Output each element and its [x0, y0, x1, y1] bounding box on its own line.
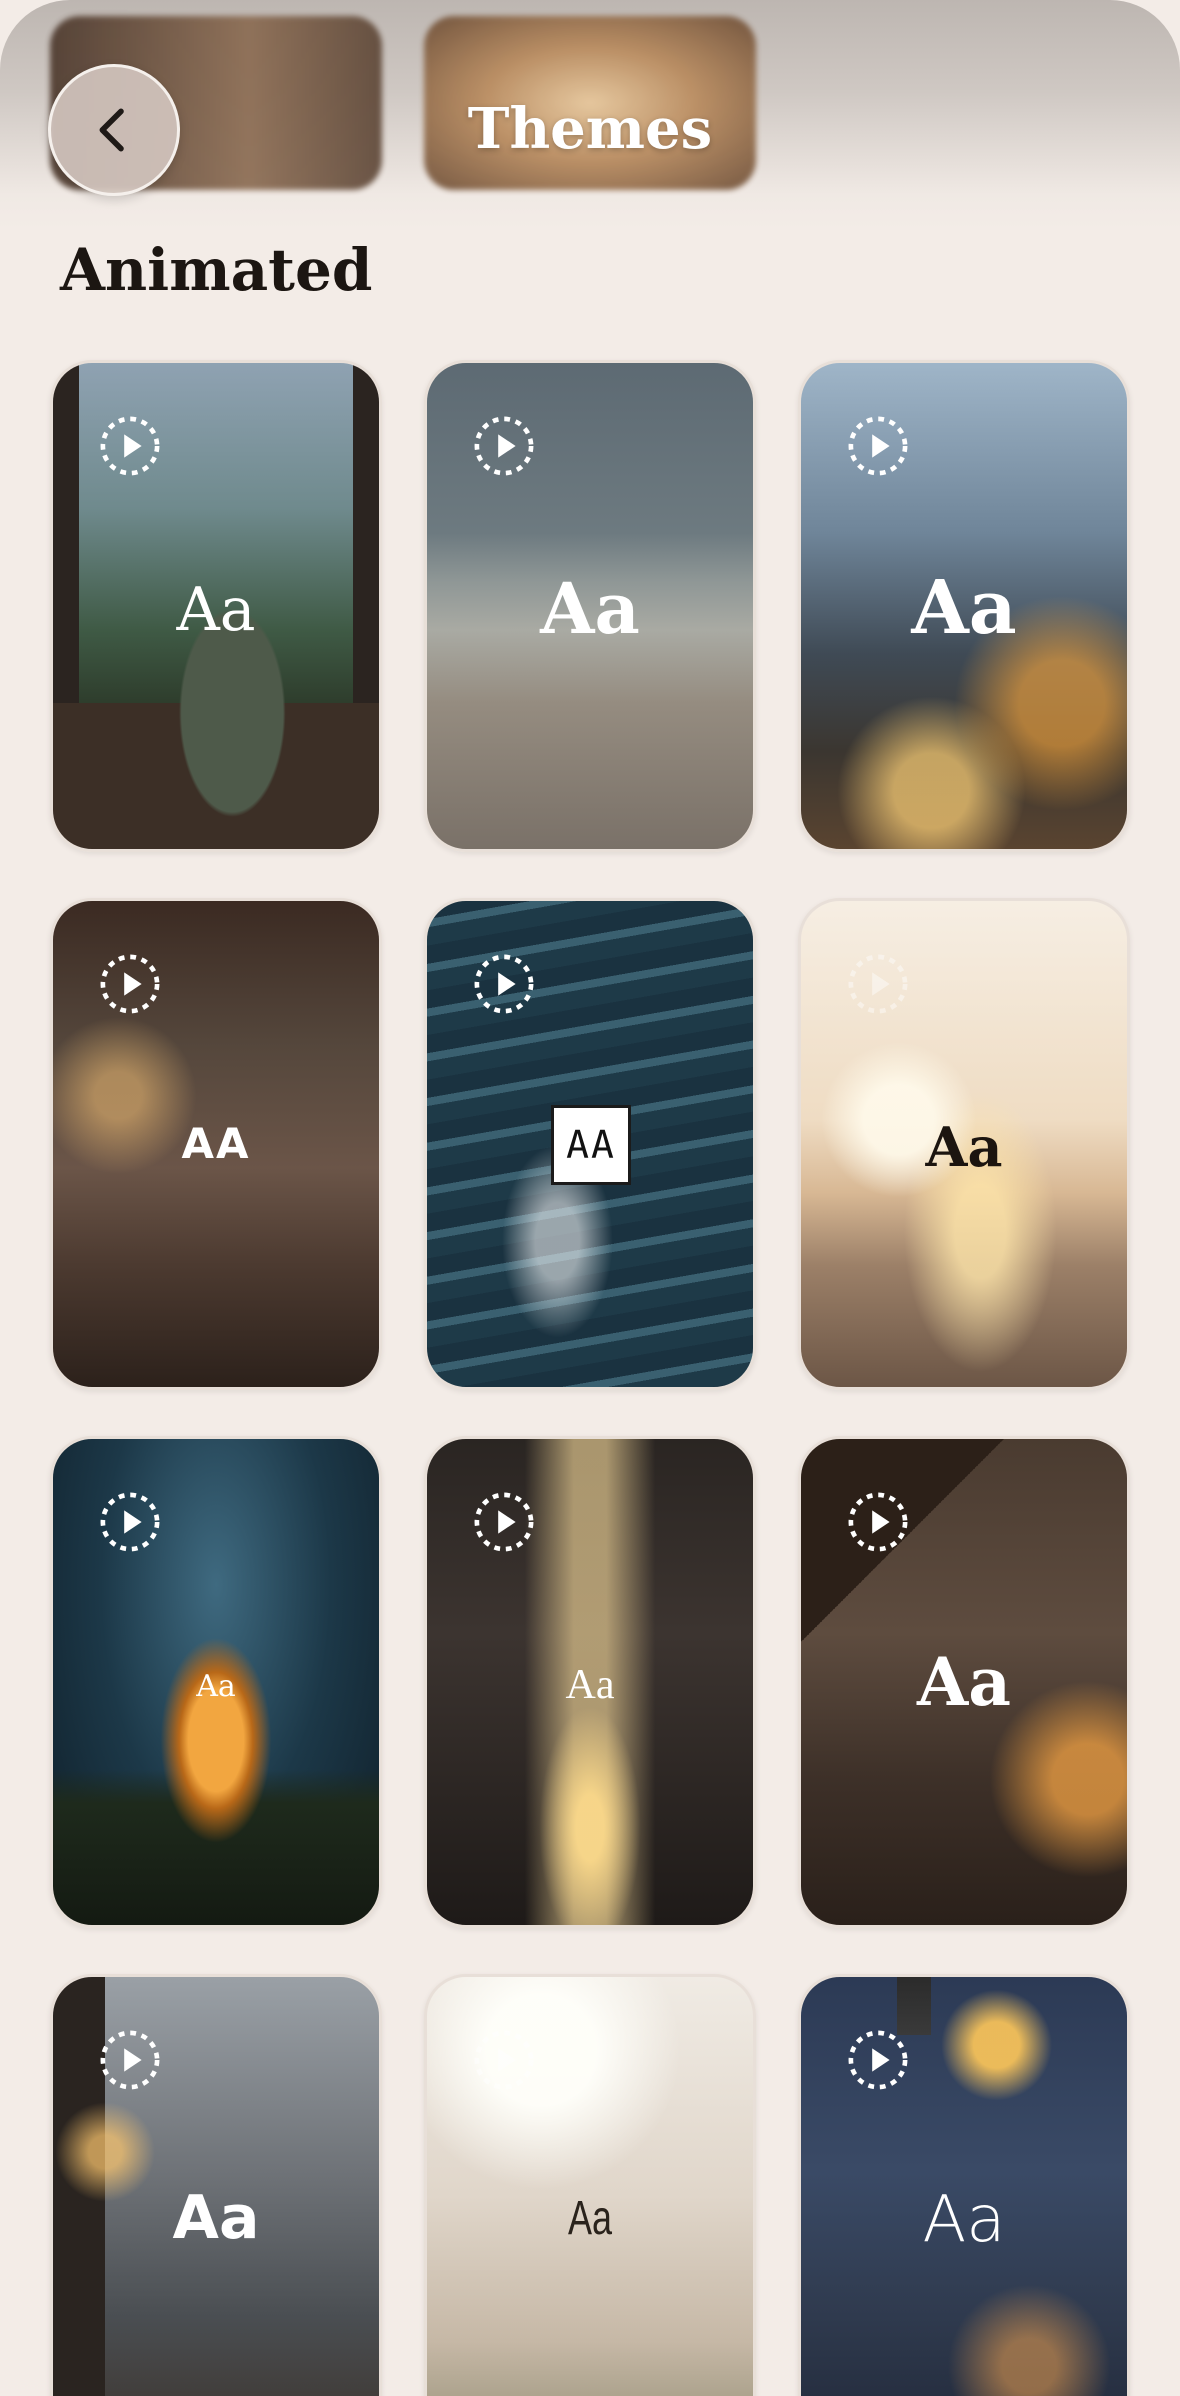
play-circle-icon	[100, 1492, 160, 1552]
play-circle-icon	[848, 1492, 908, 1552]
font-preview: Aa	[567, 2192, 613, 2245]
play-circle-icon	[100, 2030, 160, 2090]
theme-card[interactable]: Aa	[50, 1974, 382, 2396]
play-circle-icon	[848, 954, 908, 1014]
font-preview: Aa	[540, 567, 640, 650]
play-circle-icon	[474, 416, 534, 476]
font-preview: Aa	[176, 575, 256, 645]
theme-card[interactable]: AA	[50, 898, 382, 1390]
theme-card[interactable]: Aa	[798, 1974, 1130, 2396]
theme-card[interactable]: AA	[424, 898, 756, 1390]
font-preview: Aa	[922, 2183, 1006, 2257]
font-preview: Aa	[196, 1669, 236, 1704]
font-preview: Aa	[172, 2183, 260, 2253]
font-preview: Aa	[565, 1662, 615, 1708]
themes-screen: Themes Animated Aa Aa Aa AA AA Aa Aa Aa	[0, 0, 1180, 2396]
play-circle-icon	[474, 1492, 534, 1552]
theme-card[interactable]: Aa	[798, 360, 1130, 852]
play-circle-icon	[100, 954, 160, 1014]
play-circle-icon	[100, 416, 160, 476]
font-preview-box: AA	[551, 1105, 631, 1185]
theme-card[interactable]: Aa	[798, 898, 1130, 1390]
page-title: Themes	[467, 96, 713, 162]
theme-card[interactable]: Aa	[798, 1436, 1130, 1928]
font-preview: Aa	[925, 1115, 1003, 1179]
lantern-post	[897, 1977, 931, 2035]
font-preview: AA	[181, 1119, 251, 1168]
play-circle-icon	[848, 2030, 908, 2090]
play-circle-icon	[474, 2030, 534, 2090]
theme-card[interactable]: Aa	[424, 360, 756, 852]
theme-card[interactable]: Aa	[50, 1436, 382, 1928]
section-title: Animated	[60, 236, 373, 304]
header: Themes	[0, 0, 1180, 230]
play-circle-icon	[848, 416, 908, 476]
font-preview: Aa	[911, 565, 1017, 651]
play-circle-icon	[474, 954, 534, 1014]
font-preview: Aa	[917, 1643, 1011, 1721]
theme-card[interactable]: Aa	[50, 360, 382, 852]
theme-card[interactable]: Aa	[424, 1974, 756, 2396]
theme-card[interactable]: Aa	[424, 1436, 756, 1928]
font-preview: AA	[566, 1123, 616, 1167]
